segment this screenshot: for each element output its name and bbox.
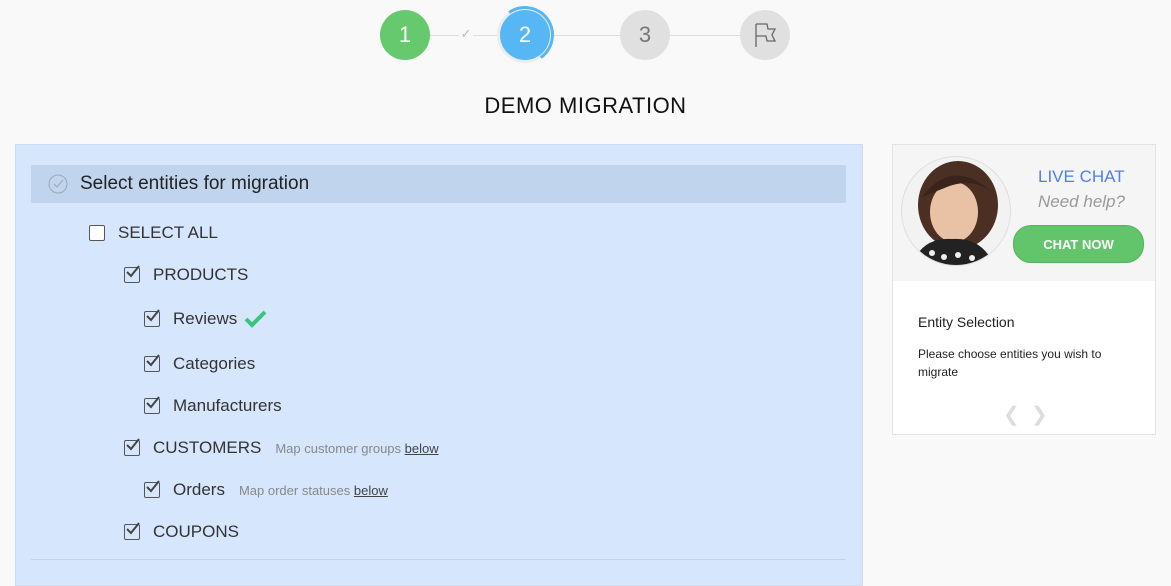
step-1[interactable]: 1 — [380, 10, 430, 60]
check-icon — [244, 310, 267, 328]
panel-header: Select entities for migration — [31, 165, 846, 203]
reviews-label: Reviews — [173, 309, 238, 328]
entity-row-categories[interactable]: Categories — [144, 354, 255, 374]
help-sidebar: LIVE CHAT Need help? CHAT NOW Entity Sel… — [892, 144, 1156, 435]
flag-icon — [755, 23, 777, 47]
entity-row-products[interactable]: PRODUCTS — [124, 265, 248, 285]
customers-label: CUSTOMERS — [153, 438, 262, 457]
migration-stepper: ✓ 1 2 3 — [380, 1, 790, 69]
stepper-line — [550, 35, 620, 36]
step-3[interactable]: 3 — [620, 10, 670, 60]
select-all-label: SELECT ALL — [118, 223, 218, 242]
select-all-row[interactable]: SELECT ALL — [89, 223, 218, 243]
step-finish[interactable] — [740, 10, 790, 60]
info-title: Entity Selection — [918, 314, 1015, 330]
reviews-checkbox[interactable] — [144, 309, 160, 327]
live-chat-title: LIVE CHAT — [1038, 167, 1125, 186]
categories-label: Categories — [173, 354, 256, 373]
categories-checkbox[interactable] — [144, 354, 160, 372]
entity-selection-panel: Select entities for migration SELECT ALL… — [15, 144, 863, 586]
entity-row-reviews[interactable]: Reviews — [144, 309, 269, 329]
chevron-right-icon[interactable]: ❯ — [1031, 402, 1048, 427]
coupons-label: COUPONS — [153, 522, 239, 541]
stepper-line — [670, 35, 740, 36]
entity-row-orders[interactable]: Orders Map order statuses below — [144, 480, 388, 500]
entity-row-customers[interactable]: CUSTOMERS Map customer groups below — [124, 438, 439, 458]
progress-ring — [491, 1, 559, 69]
entity-row-manufacturers[interactable]: Manufacturers — [144, 396, 282, 416]
need-help-text: Need help? — [1038, 192, 1125, 211]
products-label: PRODUCTS — [153, 265, 249, 284]
live-chat-section: LIVE CHAT Need help? CHAT NOW — [893, 145, 1155, 281]
coupons-checkbox[interactable] — [124, 522, 140, 540]
circle-check-icon — [48, 174, 68, 194]
chat-now-button[interactable]: CHAT NOW — [1013, 225, 1144, 263]
info-text: Please choose entities you wish to migra… — [918, 347, 1102, 379]
support-agent-avatar — [901, 156, 1011, 266]
divider — [31, 559, 846, 560]
manufacturers-label: Manufacturers — [173, 396, 282, 415]
select-all-checkbox[interactable] — [89, 225, 105, 241]
orders-checkbox[interactable] — [144, 480, 160, 498]
orders-note: Map order statuses below — [238, 482, 388, 498]
page-title: DEMO MIGRATION — [484, 93, 687, 118]
manufacturers-checkbox[interactable] — [144, 396, 160, 414]
entity-row-coupons[interactable]: COUPONS — [124, 522, 239, 542]
chevron-left-icon[interactable]: ❮ — [1003, 402, 1020, 427]
panel-heading: Select entities for migration — [80, 173, 310, 194]
customer-groups-below-link[interactable]: below — [405, 441, 439, 456]
products-checkbox[interactable] — [124, 265, 140, 283]
orders-label: Orders — [173, 480, 225, 499]
customers-checkbox[interactable] — [124, 438, 140, 456]
check-icon: ✓ — [459, 25, 473, 41]
order-statuses-below-link[interactable]: below — [354, 483, 388, 498]
customers-note: Map customer groups below — [275, 440, 439, 456]
step-2[interactable]: 2 — [491, 1, 559, 69]
